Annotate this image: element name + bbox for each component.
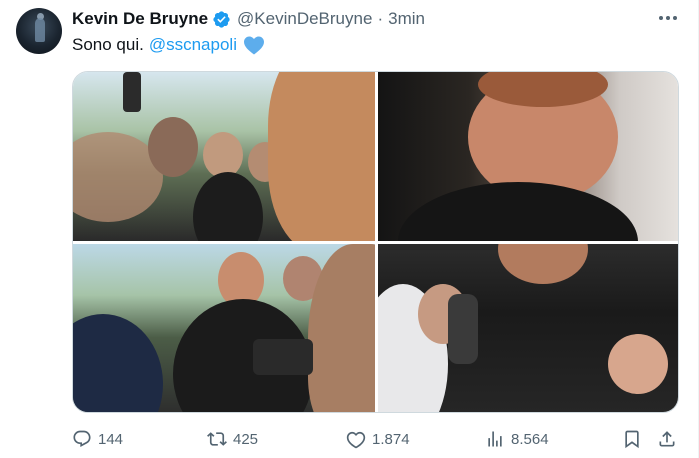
share-icon bbox=[659, 431, 675, 447]
repost-count: 425 bbox=[233, 430, 259, 448]
like-count: 1.874 bbox=[372, 430, 410, 448]
photo-shape bbox=[193, 172, 263, 241]
tweet-header: Kevin De Bruyne @KevinDeBruyne · 3min bbox=[72, 8, 425, 30]
reply-icon bbox=[73, 430, 91, 447]
separator-dot: · bbox=[377, 9, 384, 28]
action-bar: 144 425 1.874 8.564 bbox=[72, 427, 679, 451]
mention-link[interactable]: @sscnapoli bbox=[149, 35, 237, 55]
photo-backpack[interactable] bbox=[378, 244, 678, 412]
views-count: 8.564 bbox=[511, 430, 549, 448]
photo-shape bbox=[608, 334, 668, 394]
repost-button[interactable]: 425 bbox=[207, 427, 258, 451]
more-options-icon[interactable] bbox=[656, 10, 680, 26]
repost-icon bbox=[207, 432, 227, 446]
share-button[interactable] bbox=[657, 427, 677, 451]
views-button[interactable]: 8.564 bbox=[485, 427, 549, 451]
photo-shape bbox=[253, 339, 313, 375]
blue-heart-icon bbox=[243, 36, 264, 55]
bookmark-icon bbox=[625, 430, 639, 449]
photo-walking[interactable] bbox=[73, 244, 375, 412]
reply-count: 144 bbox=[98, 430, 124, 448]
photo-shape bbox=[398, 182, 638, 241]
reply-button[interactable]: 144 bbox=[72, 427, 123, 451]
bookmark-button[interactable] bbox=[622, 427, 642, 451]
more-dot bbox=[666, 16, 670, 20]
tweet-body-text: Sono qui. bbox=[72, 35, 144, 54]
views-icon bbox=[488, 431, 502, 447]
timestamp[interactable]: 3min bbox=[388, 9, 425, 29]
photo-shape bbox=[123, 72, 141, 112]
more-dot bbox=[659, 16, 663, 20]
photo-crowd[interactable] bbox=[73, 72, 375, 241]
photo-shape bbox=[148, 117, 198, 177]
photo-shape bbox=[268, 72, 375, 241]
more-dot bbox=[673, 16, 677, 20]
photo-shape bbox=[203, 132, 243, 178]
like-icon bbox=[346, 431, 366, 449]
media-grid[interactable] bbox=[72, 71, 679, 413]
like-button[interactable]: 1.874 bbox=[346, 427, 410, 451]
avatar-figure-body bbox=[35, 18, 45, 42]
photo-shape bbox=[498, 244, 588, 284]
photo-shape bbox=[73, 314, 163, 412]
avatar[interactable] bbox=[16, 8, 62, 54]
tweet-text: Sono qui. @sscnapoli bbox=[72, 35, 265, 55]
display-name[interactable]: Kevin De Bruyne bbox=[72, 9, 208, 29]
user-handle[interactable]: @KevinDeBruyne bbox=[237, 9, 372, 29]
photo-shape bbox=[448, 294, 478, 364]
photo-smile[interactable] bbox=[378, 72, 678, 241]
verified-badge-icon[interactable] bbox=[212, 10, 231, 29]
